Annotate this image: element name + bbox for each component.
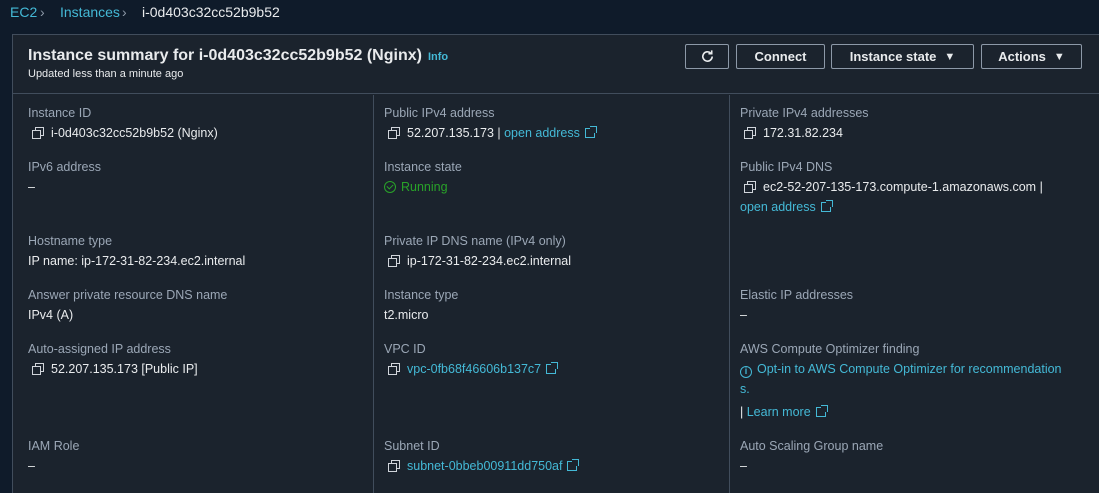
copy-icon[interactable] [388, 255, 400, 267]
public-dns-value: ec2-52-207-135-173.compute-1.amazonaws.c… [744, 180, 1043, 194]
panel-header: Instance summary for i-0d403c32cc52b9b52… [13, 35, 1099, 94]
public-ipv4-text: 52.207.135.173 [407, 126, 494, 140]
external-link-icon [584, 126, 597, 138]
instance-summary-panel: Instance summary for i-0d403c32cc52b9b52… [12, 34, 1099, 493]
copy-icon[interactable] [744, 127, 756, 139]
updated-text: Updated less than a minute ago [28, 68, 184, 80]
separator: | [497, 126, 501, 140]
private-dns-value: ip-172-31-82-234.ec2.internal [388, 254, 571, 268]
status-badge: Running [401, 180, 448, 194]
breadcrumb-ec2[interactable]: EC2 [10, 4, 37, 20]
asg-label: Auto Scaling Group name [740, 439, 884, 453]
iam-role-label: IAM Role [28, 439, 80, 453]
public-dns-open-address-link[interactable]: open address [740, 200, 833, 214]
instance-type-label: Instance type [384, 288, 459, 302]
private-dns-text: ip-172-31-82-234.ec2.internal [407, 254, 571, 268]
info-link[interactable]: Info [428, 51, 448, 63]
copy-icon[interactable] [388, 363, 400, 375]
external-link-icon [567, 459, 580, 471]
copy-icon[interactable] [32, 127, 44, 139]
ipv6-value: – [28, 180, 35, 194]
public-ipv4-label: Public IPv4 address [384, 106, 495, 120]
breadcrumb-current: i-0d403c32cc52b9b52 [142, 4, 280, 20]
breadcrumb: EC2 › Instances › i-0d403c32cc52b9b52 [0, 0, 1099, 26]
learn-more-link[interactable]: Learn more [746, 405, 828, 419]
instance-state-label: Instance state [384, 160, 462, 174]
learn-more-row: | Learn more [740, 405, 828, 419]
title-text: Instance summary for i-0d403c32cc52b9b52… [28, 47, 422, 64]
subnet-id-text: subnet-0bbeb00911dd750af [407, 459, 563, 473]
public-ipv4-value: 52.207.135.173 | open address [388, 126, 597, 140]
private-dns-label: Private IP DNS name (IPv4 only) [384, 234, 566, 248]
instance-state-label: Instance state [849, 49, 937, 64]
refresh-button[interactable] [685, 44, 729, 69]
separator: | [1039, 180, 1043, 194]
optimizer-label: AWS Compute Optimizer finding [740, 342, 920, 356]
column-divider [729, 95, 730, 493]
open-address-link[interactable]: open address [504, 126, 597, 140]
refresh-icon [701, 50, 713, 62]
subnet-id-label: Subnet ID [384, 439, 440, 453]
private-ipv4-label: Private IPv4 addresses [740, 106, 869, 120]
optimizer-link[interactable]: i Opt-in to AWS Compute Optimizer for rec… [740, 362, 1062, 378]
auto-ip-text: 52.207.135.173 [Public IP] [51, 362, 198, 376]
hostname-type-value: IP name: ip-172-31-82-234.ec2.internal [28, 254, 246, 268]
optimizer-link-cont[interactable]: s. [740, 382, 750, 396]
vpc-id-label: VPC ID [384, 342, 426, 356]
vpc-id-text: vpc-0fb68f46606b137c7 [407, 362, 542, 376]
page-title: Instance summary for i-0d403c32cc52b9b52… [28, 47, 448, 65]
optimizer-link-text: Opt-in to AWS Compute Optimizer for reco… [757, 362, 1062, 376]
iam-role-value: – [28, 459, 35, 473]
actions-label: Actions [998, 49, 1046, 64]
chevron-right-icon: › [122, 4, 127, 20]
instance-state-value: Running [384, 180, 448, 194]
asg-value: – [740, 459, 747, 473]
private-ipv4-value: 172.31.82.234 [744, 126, 843, 140]
copy-icon[interactable] [388, 460, 400, 472]
subnet-id-value: subnet-0bbeb00911dd750af [388, 459, 580, 473]
copy-icon[interactable] [388, 127, 400, 139]
check-circle-icon [384, 181, 396, 193]
vpc-id-value: vpc-0fb68f46606b137c7 [388, 362, 559, 376]
copy-icon[interactable] [744, 181, 756, 193]
instance-id-value: i-0d403c32cc52b9b52 (Nginx) [32, 126, 218, 140]
answer-dns-value: IPv4 (A) [28, 308, 74, 322]
open-address-text: open address [504, 126, 580, 140]
copy-icon[interactable] [32, 363, 44, 375]
caret-down-icon: ▼ [1053, 50, 1065, 63]
info-circle-icon: i [740, 366, 752, 378]
instance-id-label: Instance ID [28, 106, 92, 120]
caret-down-icon: ▼ [944, 50, 956, 63]
answer-dns-label: Answer private resource DNS name [28, 288, 228, 302]
column-divider [373, 95, 374, 493]
separator: | [740, 405, 744, 419]
ipv6-label: IPv6 address [28, 160, 101, 174]
public-dns-label: Public IPv4 DNS [740, 160, 833, 174]
instance-type-value: t2.micro [384, 308, 429, 322]
connect-button[interactable]: Connect [736, 44, 825, 69]
auto-ip-label: Auto-assigned IP address [28, 342, 171, 356]
instance-state-button[interactable]: Instance state ▼ [831, 44, 974, 69]
chevron-right-icon: › [40, 4, 45, 20]
vpc-id-link[interactable]: vpc-0fb68f46606b137c7 [407, 362, 559, 376]
open-address-text: open address [740, 200, 816, 214]
public-dns-text: ec2-52-207-135-173.compute-1.amazonaws.c… [763, 180, 1037, 194]
external-link-icon [815, 405, 828, 417]
external-link-icon [546, 362, 559, 374]
learn-more-text: Learn more [746, 405, 811, 419]
instance-id-text: i-0d403c32cc52b9b52 (Nginx) [51, 126, 218, 140]
subnet-id-link[interactable]: subnet-0bbeb00911dd750af [407, 459, 580, 473]
external-link-icon [820, 200, 833, 212]
elastic-ip-label: Elastic IP addresses [740, 288, 854, 302]
hostname-type-label: Hostname type [28, 234, 113, 248]
actions-button[interactable]: Actions ▼ [981, 44, 1082, 69]
auto-ip-value: 52.207.135.173 [Public IP] [32, 362, 198, 376]
private-ipv4-text: 172.31.82.234 [763, 126, 843, 140]
breadcrumb-instances[interactable]: Instances [60, 4, 120, 20]
elastic-ip-value: – [740, 308, 747, 322]
